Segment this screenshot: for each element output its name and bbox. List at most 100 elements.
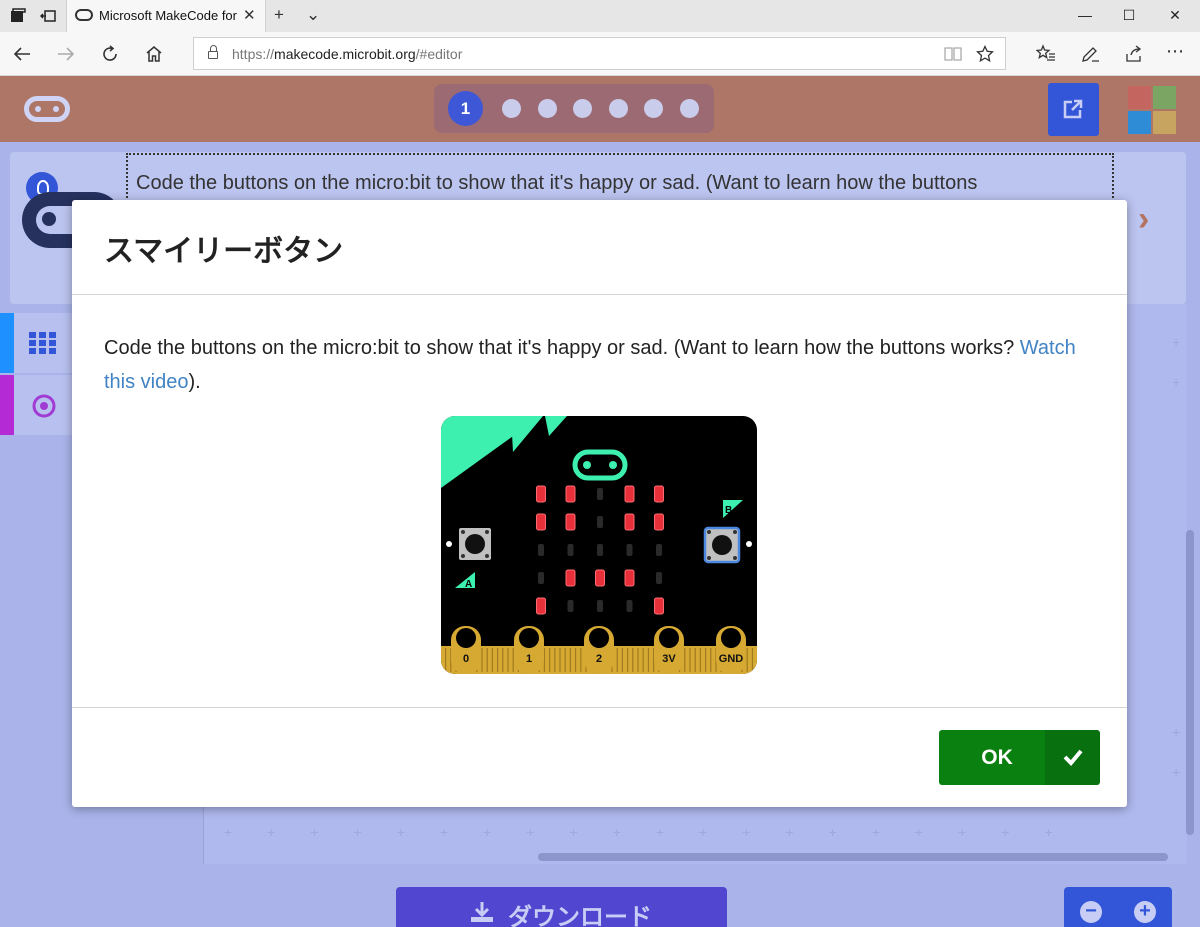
workspace-vertical-scrollbar[interactable] bbox=[1186, 530, 1194, 835]
step-3-button[interactable] bbox=[538, 99, 557, 118]
hint-text: Code the buttons on the micro:bit to sho… bbox=[136, 172, 978, 194]
target-icon bbox=[32, 394, 56, 418]
led-on bbox=[624, 569, 635, 587]
led-on bbox=[536, 513, 546, 531]
led-off bbox=[626, 544, 633, 556]
led-off bbox=[567, 544, 574, 556]
edge-connector-tooth bbox=[507, 648, 509, 672]
forward-icon[interactable] bbox=[56, 44, 76, 64]
led-on bbox=[595, 569, 605, 587]
step-5-button[interactable] bbox=[609, 99, 628, 118]
pin-hole bbox=[456, 628, 476, 648]
browser-titlebar: Microsoft MakeCode for micro:bit ✕ + ⌄ —… bbox=[0, 0, 1200, 32]
address-bar[interactable]: https://makecode.microbit.org/#editor bbox=[193, 37, 1006, 70]
tab-close-button[interactable]: ✕ bbox=[243, 6, 256, 24]
led-off bbox=[597, 600, 603, 612]
microbit-logo-icon[interactable] bbox=[24, 96, 70, 122]
edge-connector-tooth bbox=[569, 648, 571, 672]
modal-body-text: Code the buttons on the micro:bit to sho… bbox=[104, 337, 1076, 393]
edge-connector-tooth bbox=[637, 648, 639, 672]
edge-connector-tooth bbox=[575, 648, 577, 672]
step-6-button[interactable] bbox=[644, 99, 663, 118]
edge-connector-tooth bbox=[621, 648, 623, 672]
step-2-button[interactable] bbox=[502, 99, 521, 118]
edge-connector-tooth bbox=[751, 648, 753, 672]
edge-connector-tooth bbox=[554, 648, 556, 672]
edge-connector-tooth bbox=[684, 648, 686, 672]
pin-hole bbox=[589, 628, 609, 648]
edge-connector-tooth bbox=[486, 648, 488, 672]
workspace-horizontal-scrollbar[interactable] bbox=[538, 853, 1168, 861]
pin-label: GND bbox=[719, 653, 744, 665]
edge-connector-tooth bbox=[559, 648, 561, 672]
web-note-pen-icon[interactable] bbox=[1080, 44, 1100, 64]
edge-connector-tooth bbox=[564, 648, 566, 672]
window-close-button[interactable]: ✕ bbox=[1152, 0, 1198, 32]
ok-button[interactable]: OK bbox=[939, 730, 1100, 785]
led-off bbox=[538, 544, 544, 556]
modal-header-divider bbox=[72, 294, 1127, 295]
share-icon[interactable] bbox=[1124, 44, 1144, 64]
pin-label: 0 bbox=[463, 653, 469, 665]
reading-view-icon[interactable] bbox=[944, 46, 962, 62]
led-on bbox=[624, 513, 635, 531]
led-off bbox=[597, 488, 603, 500]
edge-connector-tooth bbox=[705, 648, 707, 672]
new-tab-button[interactable]: + bbox=[274, 5, 284, 25]
led-off bbox=[656, 544, 662, 556]
edge-connector-tooth bbox=[491, 648, 493, 672]
led-on bbox=[654, 485, 664, 503]
next-step-chevron-icon[interactable]: › bbox=[1138, 200, 1149, 239]
share-project-button[interactable] bbox=[1048, 83, 1099, 136]
microsoft-logo[interactable] bbox=[1128, 86, 1176, 134]
more-menu-button[interactable]: ⋯ bbox=[1166, 40, 1184, 62]
step-1-button[interactable]: 1 bbox=[448, 91, 483, 126]
pin-hole bbox=[721, 628, 741, 648]
led-off bbox=[656, 572, 662, 584]
zoom-out-button[interactable]: − bbox=[1080, 901, 1102, 923]
edge-connector-tooth bbox=[445, 648, 447, 672]
zoom-controls: − + bbox=[1064, 887, 1172, 927]
refresh-icon[interactable] bbox=[100, 44, 120, 64]
tutorial-intro-modal: スマイリーボタン Code the buttons on the micro:b… bbox=[72, 200, 1127, 807]
browser-tab[interactable]: Microsoft MakeCode for micro:bit ✕ bbox=[66, 0, 266, 32]
tab-restore-icon[interactable] bbox=[40, 8, 56, 24]
tab-set-aside-icon[interactable] bbox=[10, 8, 26, 24]
pin-label: 2 bbox=[596, 653, 602, 665]
led-off bbox=[626, 600, 633, 612]
led-on bbox=[565, 485, 576, 503]
edge-connector-tooth bbox=[647, 648, 649, 672]
step-7-button[interactable] bbox=[680, 99, 699, 118]
favorites-hub-icon[interactable] bbox=[1036, 44, 1056, 64]
step-4-button[interactable] bbox=[573, 99, 592, 118]
back-icon[interactable] bbox=[12, 44, 32, 64]
edge-connector-tooth bbox=[512, 648, 514, 672]
url-text: https://makecode.microbit.org/#editor bbox=[232, 46, 463, 62]
favorite-star-icon[interactable] bbox=[976, 45, 994, 63]
edge-connector-tooth bbox=[549, 648, 551, 672]
checkmark-icon bbox=[1063, 749, 1083, 766]
pin-hole bbox=[659, 628, 679, 648]
modal-footer-divider bbox=[72, 707, 1127, 708]
toolbox bbox=[0, 313, 72, 435]
edge-connector-tooth bbox=[497, 648, 499, 672]
led-on bbox=[565, 569, 576, 587]
window-minimize-button[interactable]: — bbox=[1062, 0, 1108, 32]
toolbox-category-basic[interactable] bbox=[0, 313, 72, 373]
edge-connector-tooth bbox=[502, 648, 504, 672]
board-label-a: A bbox=[465, 579, 472, 590]
zoom-in-button[interactable]: + bbox=[1134, 901, 1156, 923]
download-label: ダウンロード bbox=[508, 904, 652, 927]
download-button[interactable]: ダウンロード bbox=[396, 887, 727, 927]
tutorial-stepper: 1 bbox=[434, 84, 714, 133]
edge-connector-tooth bbox=[481, 648, 483, 672]
home-icon[interactable] bbox=[144, 44, 164, 64]
pin-label: 1 bbox=[526, 653, 532, 665]
external-link-icon bbox=[1063, 99, 1083, 119]
window-maximize-button[interactable]: ☐ bbox=[1106, 0, 1152, 32]
tab-list-button[interactable]: ⌄ bbox=[306, 5, 320, 25]
toolbox-category-input[interactable] bbox=[0, 375, 72, 435]
tab-title: Microsoft MakeCode for micro:bit bbox=[99, 8, 239, 23]
board-label-b: B bbox=[725, 505, 732, 516]
edge-connector-tooth bbox=[689, 648, 691, 672]
